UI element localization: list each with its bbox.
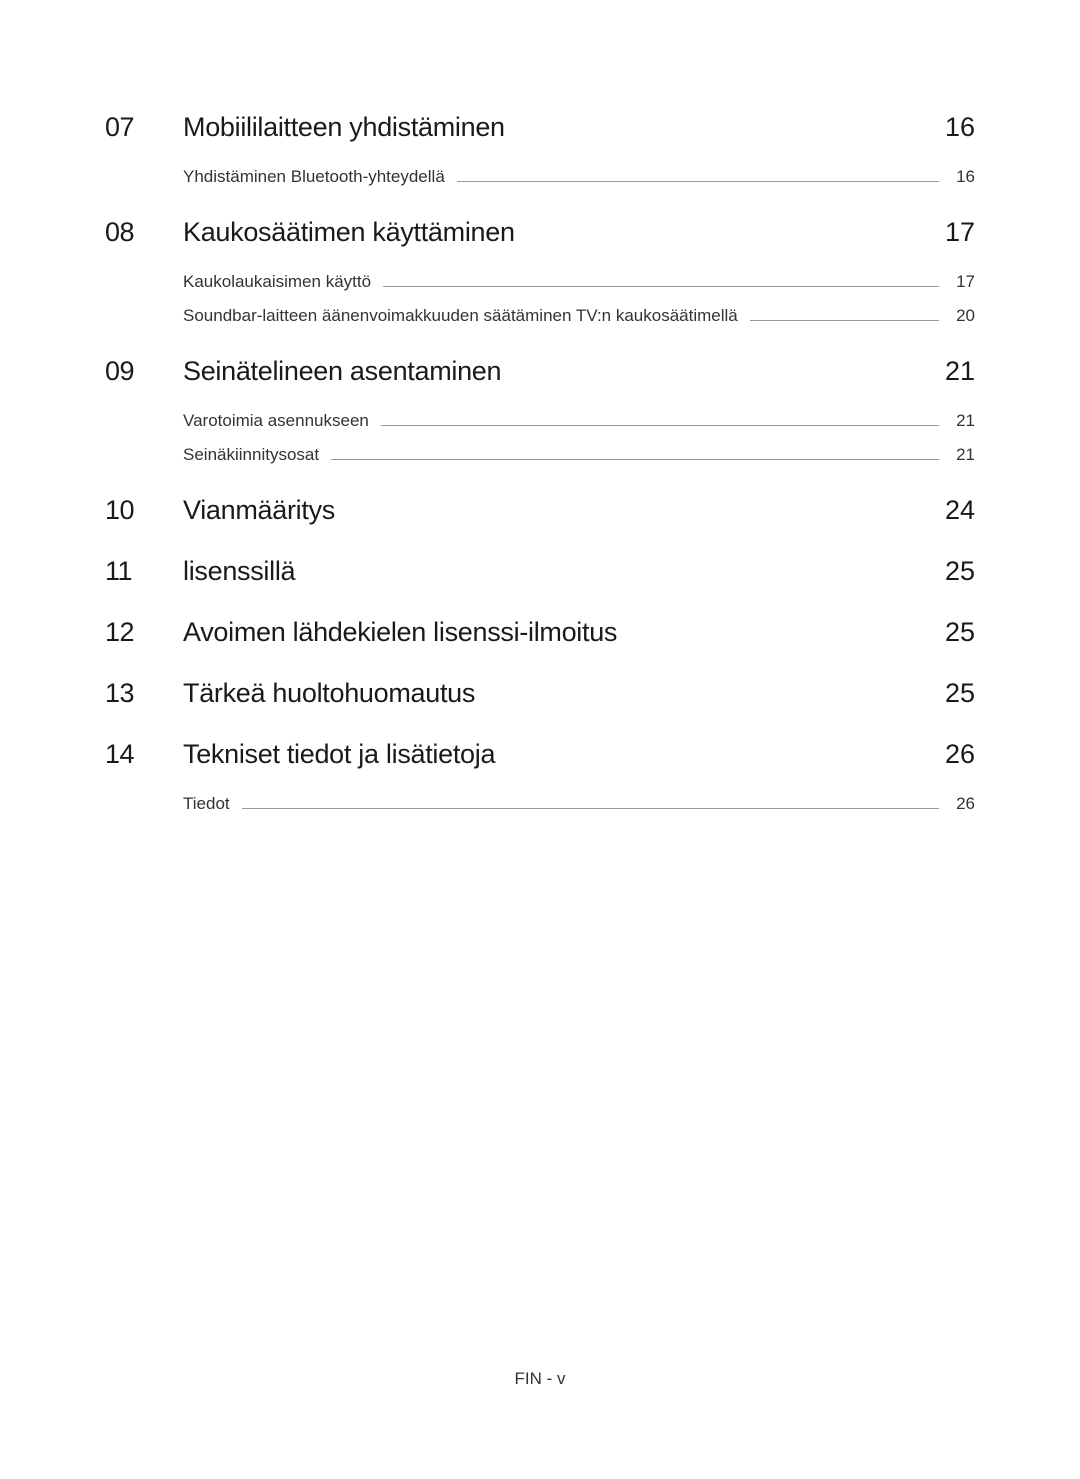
section-title: Mobiililaitteen yhdistäminen [183,112,909,143]
section-page: 16 [945,112,975,143]
section-header: 12 Avoimen lähdekielen lisenssi-ilmoitus… [105,617,975,648]
section-page: 25 [945,556,975,587]
subsection-page: 21 [951,445,975,465]
subsection-page: 20 [951,306,975,326]
toc-content: 07 Mobiililaitteen yhdistäminen 16 Yhdis… [0,0,1080,814]
leader-line [242,808,939,809]
subsection-page: 21 [951,411,975,431]
section-page: 24 [945,495,975,526]
subsection-row: Seinäkiinnitysosat 21 [183,445,975,465]
section-header: 14 Tekniset tiedot ja lisätietoja 26 [105,739,975,770]
section-header: 08 Kaukosäätimen käyttäminen 17 [105,217,975,248]
subsection-row: Varotoimia asennukseen 21 [183,411,975,431]
section-header: 11 lisenssillä 25 [105,556,975,587]
section-header: 13 Tärkeä huoltohuomautus 25 [105,678,975,709]
section-header: 09 Seinätelineen asentaminen 21 [105,356,975,387]
subsection-row: Yhdistäminen Bluetooth-yhteydellä 16 [183,167,975,187]
subsection-title: Tiedot [183,794,230,814]
section-page: 25 [945,617,975,648]
toc-section-07: 07 Mobiililaitteen yhdistäminen 16 Yhdis… [105,112,975,187]
section-number: 07 [105,112,147,143]
toc-section-11: 11 lisenssillä 25 [105,556,975,587]
subsection-page: 16 [951,167,975,187]
section-number: 14 [105,739,147,770]
section-page: 21 [945,356,975,387]
toc-section-08: 08 Kaukosäätimen käyttäminen 17 Kaukolau… [105,217,975,326]
section-title: Tekniset tiedot ja lisätietoja [183,739,909,770]
section-number: 12 [105,617,147,648]
leader-line [457,181,939,182]
section-header: 10 Vianmääritys 24 [105,495,975,526]
leader-line [331,459,939,460]
section-title: Seinätelineen asentaminen [183,356,909,387]
toc-section-14: 14 Tekniset tiedot ja lisätietoja 26 Tie… [105,739,975,814]
section-page: 17 [945,217,975,248]
section-number: 10 [105,495,147,526]
subsection-row: Tiedot 26 [183,794,975,814]
page-footer: FIN - v [0,1369,1080,1389]
section-title: Avoimen lähdekielen lisenssi-ilmoitus [183,617,909,648]
section-title: lisenssillä [183,556,909,587]
subsection-title: Kaukolaukaisimen käyttö [183,272,371,292]
subsection-page: 17 [951,272,975,292]
section-title: Kaukosäätimen käyttäminen [183,217,909,248]
subsection-title: Yhdistäminen Bluetooth-yhteydellä [183,167,445,187]
section-number: 13 [105,678,147,709]
subsection-row: Soundbar-laitteen äänenvoimakkuuden säät… [183,306,975,326]
leader-line [750,320,939,321]
section-page: 26 [945,739,975,770]
subsection-title: Seinäkiinnitysosat [183,445,319,465]
toc-section-12: 12 Avoimen lähdekielen lisenssi-ilmoitus… [105,617,975,648]
subsection-title: Soundbar-laitteen äänenvoimakkuuden säät… [183,306,738,326]
leader-line [383,286,939,287]
section-header: 07 Mobiililaitteen yhdistäminen 16 [105,112,975,143]
section-page: 25 [945,678,975,709]
toc-section-13: 13 Tärkeä huoltohuomautus 25 [105,678,975,709]
section-number: 08 [105,217,147,248]
subsection-title: Varotoimia asennukseen [183,411,369,431]
section-number: 11 [105,556,147,587]
subsection-page: 26 [951,794,975,814]
toc-section-09: 09 Seinätelineen asentaminen 21 Varotoim… [105,356,975,465]
toc-section-10: 10 Vianmääritys 24 [105,495,975,526]
section-title: Vianmääritys [183,495,909,526]
subsection-row: Kaukolaukaisimen käyttö 17 [183,272,975,292]
leader-line [381,425,939,426]
section-number: 09 [105,356,147,387]
section-title: Tärkeä huoltohuomautus [183,678,909,709]
